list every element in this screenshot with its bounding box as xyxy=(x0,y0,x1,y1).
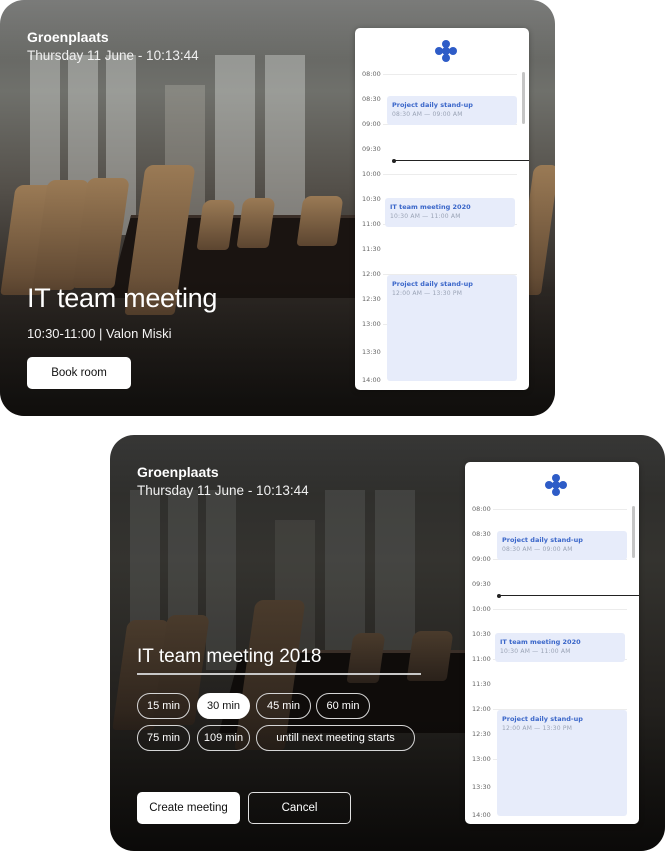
current-datetime: Thursday 11 June - 10:13:44 xyxy=(27,48,199,63)
duration-option-60[interactable]: 60 min xyxy=(316,693,370,719)
hour-label: 09:30 xyxy=(362,145,381,153)
current-time-line xyxy=(498,595,639,596)
current-meeting-details: 10:30-11:00 | Valon Miski xyxy=(27,326,172,341)
calendar-event[interactable]: Project daily stand-up 12:00 AM — 13:30 … xyxy=(497,710,627,816)
event-title: IT team meeting 2020 xyxy=(390,203,471,211)
calendar-event[interactable]: IT team meeting 2020 10:30 AM — 11:00 AM xyxy=(385,198,515,227)
hour-label: 12:30 xyxy=(362,295,381,303)
hour-label: 09:30 xyxy=(472,580,491,588)
event-time: 08:30 AM — 09:00 AM xyxy=(502,546,573,553)
calendar-event[interactable]: IT team meeting 2020 10:30 AM — 11:00 AM xyxy=(495,633,625,662)
event-title: IT team meeting 2020 xyxy=(500,638,581,646)
hour-label: 08:00 xyxy=(362,70,381,78)
create-meeting-screen: Groenplaats Thursday 11 June - 10:13:44 … xyxy=(110,435,665,851)
current-time-line xyxy=(393,160,529,161)
event-time: 12:00 AM — 13:30 PM xyxy=(392,290,463,297)
event-title: Project daily stand-up xyxy=(392,280,473,288)
hour-label: 11:30 xyxy=(472,680,491,688)
hour-label: 10:00 xyxy=(472,605,491,613)
duration-option-30[interactable]: 30 min xyxy=(197,693,250,719)
event-title: Project daily stand-up xyxy=(502,536,583,544)
location-name: Groenplaats xyxy=(27,29,109,45)
hour-label: 11:00 xyxy=(472,655,491,663)
location-name: Groenplaats xyxy=(137,464,219,480)
event-time: 12:00 AM — 13:30 PM xyxy=(502,725,573,732)
event-time: 08:30 AM — 09:00 AM xyxy=(392,111,463,118)
event-time: 10:30 AM — 11:00 AM xyxy=(390,213,461,220)
hour-label: 14:00 xyxy=(362,376,381,384)
current-datetime: Thursday 11 June - 10:13:44 xyxy=(137,483,309,498)
calendar-event[interactable]: Project daily stand-up 08:30 AM — 09:00 … xyxy=(387,96,517,125)
calendar-scrollbar[interactable] xyxy=(632,506,635,558)
hour-line xyxy=(383,174,517,175)
duration-option-75[interactable]: 75 min xyxy=(137,725,190,751)
company-logo-icon xyxy=(435,40,457,62)
hour-label: 08:30 xyxy=(362,95,381,103)
calendar-panel[interactable]: 08:00 08:30 09:00 09:30 10:00 10:30 11:0… xyxy=(465,462,639,824)
create-meeting-button[interactable]: Create meeting xyxy=(137,792,240,824)
room-display-screen: Groenplaats Thursday 11 June - 10:13:44 … xyxy=(0,0,555,416)
cancel-button[interactable]: Cancel xyxy=(248,792,351,824)
hour-label: 08:30 xyxy=(472,530,491,538)
hour-label: 11:30 xyxy=(362,245,381,253)
hour-label: 13:00 xyxy=(362,320,381,328)
hour-line xyxy=(493,509,627,510)
current-meeting-title: IT team meeting xyxy=(27,283,218,313)
hour-label: 10:00 xyxy=(362,170,381,178)
hour-label: 09:00 xyxy=(362,120,381,128)
hour-label: 12:30 xyxy=(472,730,491,738)
hour-label: 10:30 xyxy=(472,630,491,638)
hour-label: 11:00 xyxy=(362,220,381,228)
duration-option-45[interactable]: 45 min xyxy=(256,693,311,719)
hour-label: 13:00 xyxy=(472,755,491,763)
hour-line xyxy=(383,74,517,75)
calendar-event[interactable]: Project daily stand-up 08:30 AM — 09:00 … xyxy=(497,531,627,560)
hour-label: 08:00 xyxy=(472,505,491,513)
duration-option-109[interactable]: 109 min xyxy=(197,725,250,751)
event-title: Project daily stand-up xyxy=(502,715,583,723)
calendar-panel[interactable]: 08:00 08:30 09:00 09:30 10:00 10:30 11:0… xyxy=(355,28,529,390)
hour-label: 09:00 xyxy=(472,555,491,563)
event-time: 10:30 AM — 11:00 AM xyxy=(500,648,571,655)
duration-option-until-next[interactable]: untill next meeting starts xyxy=(256,725,415,751)
calendar-scrollbar[interactable] xyxy=(522,72,525,124)
hour-label: 13:30 xyxy=(472,783,491,791)
duration-option-15[interactable]: 15 min xyxy=(137,693,190,719)
meeting-title-input[interactable] xyxy=(137,641,421,675)
hour-label: 13:30 xyxy=(362,348,381,356)
hour-label: 12:00 xyxy=(362,270,381,278)
hour-label: 14:00 xyxy=(472,811,491,819)
event-title: Project daily stand-up xyxy=(392,101,473,109)
hour-label: 10:30 xyxy=(362,195,381,203)
book-room-button[interactable]: Book room xyxy=(27,357,131,389)
calendar-event[interactable]: Project daily stand-up 12:00 AM — 13:30 … xyxy=(387,275,517,381)
hour-label: 12:00 xyxy=(472,705,491,713)
hour-line xyxy=(493,609,627,610)
company-logo-icon xyxy=(545,474,567,496)
